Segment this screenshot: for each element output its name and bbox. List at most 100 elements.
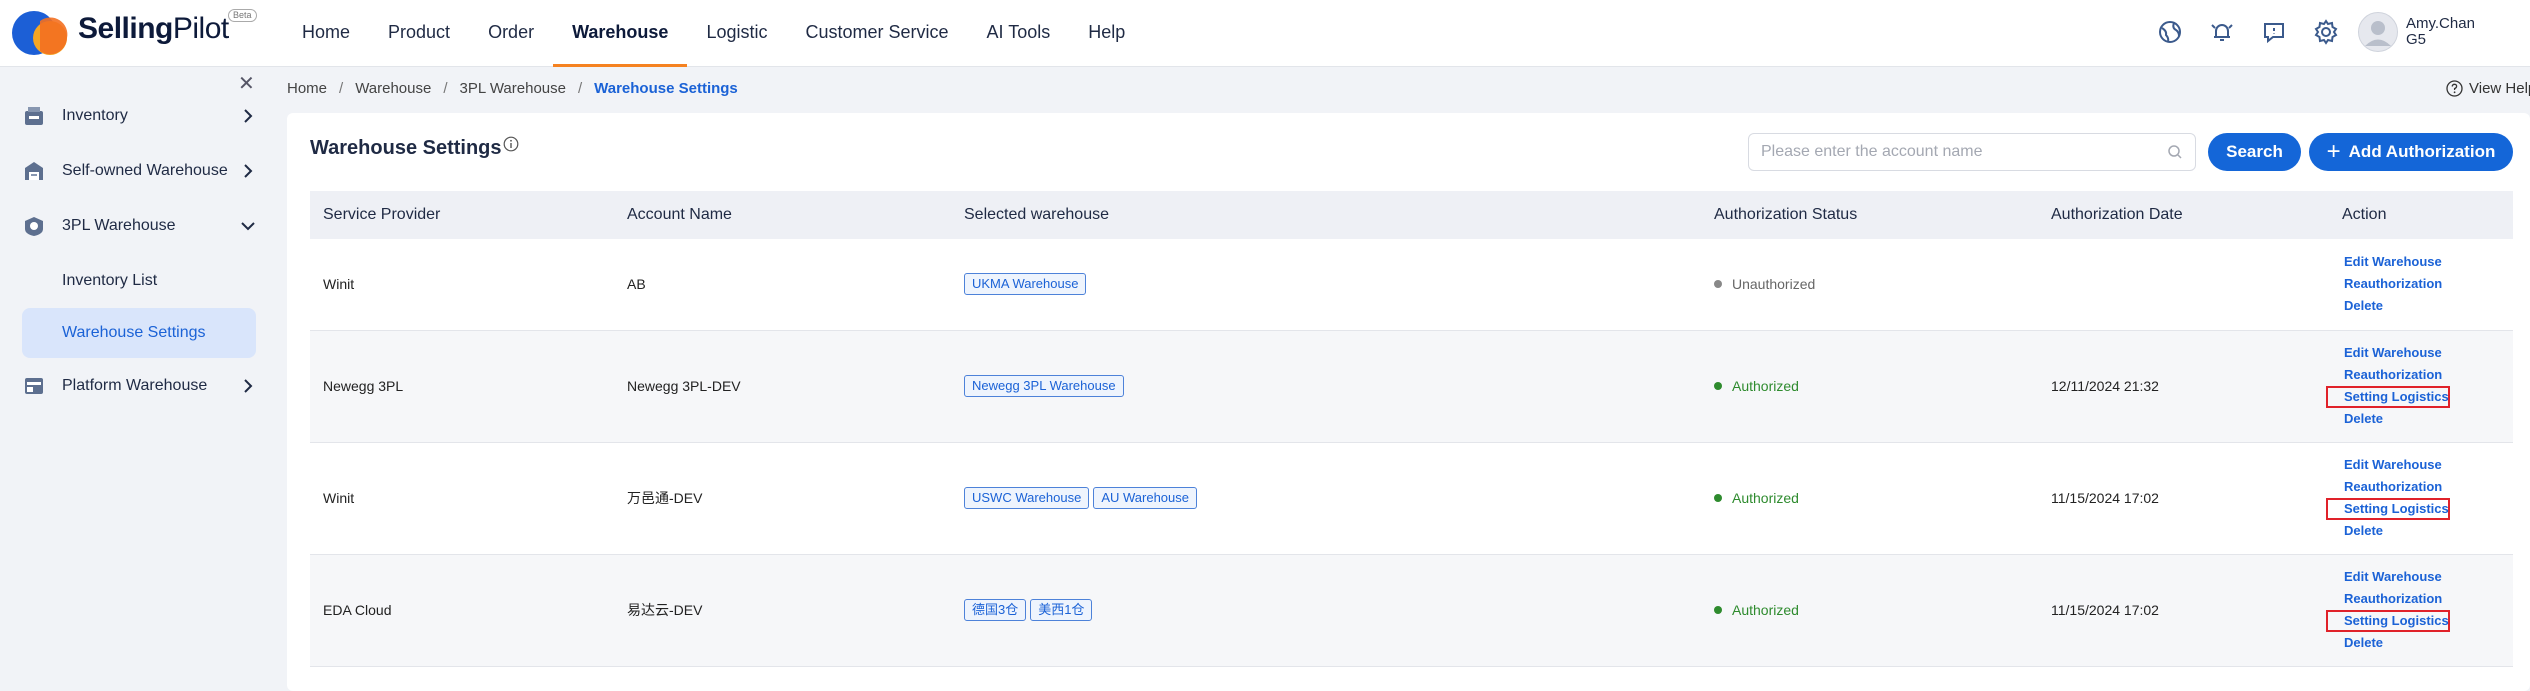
breadcrumb-warehouse[interactable]: Warehouse bbox=[355, 80, 431, 97]
cell-authorization-date: 11/15/2024 17:02 bbox=[2038, 442, 2329, 555]
cell-account-name: Newegg 3PL-DEV bbox=[614, 330, 951, 443]
edit-warehouse-link[interactable]: Edit Warehouse bbox=[2344, 251, 2513, 273]
nav-warehouse[interactable]: Warehouse bbox=[553, 0, 688, 67]
delete-link[interactable]: Delete bbox=[2344, 408, 2513, 430]
add-authorization-label: Add Authorization bbox=[2348, 142, 2496, 161]
nav-order[interactable]: Order bbox=[469, 0, 553, 67]
chevron-right-icon bbox=[239, 162, 257, 180]
sellingpilot-logo[interactable] bbox=[10, 7, 72, 59]
sidebar-item-platform-warehouse[interactable]: Platform Warehouse bbox=[22, 363, 257, 409]
breadcrumb: Home / Warehouse / 3PL Warehouse / Wareh… bbox=[287, 80, 738, 97]
status-badge: Authorized bbox=[1714, 602, 2038, 618]
cell-service-provider: Winit bbox=[310, 442, 614, 555]
beta-badge: Beta bbox=[228, 9, 257, 22]
setting-logistics-link[interactable]: Setting Logistics bbox=[2326, 498, 2450, 520]
cell-actions: Edit Warehouse Reauthorization Delete bbox=[2329, 239, 2513, 331]
info-icon[interactable] bbox=[503, 136, 519, 152]
setting-logistics-link[interactable]: Setting Logistics bbox=[2326, 386, 2450, 408]
cell-actions: Edit Warehouse Reauthorization Setting L… bbox=[2326, 442, 2513, 555]
edit-warehouse-link[interactable]: Edit Warehouse bbox=[2344, 454, 2513, 476]
nav-customer-service[interactable]: Customer Service bbox=[786, 0, 967, 67]
sidebar-item-label: Inventory bbox=[62, 107, 128, 124]
status-dot bbox=[1714, 382, 1722, 390]
nav-help[interactable]: Help bbox=[1069, 0, 1144, 67]
table-header-row: Service Provider Account Name Selected w… bbox=[310, 191, 2513, 239]
add-authorization-button[interactable]: + Add Authorization bbox=[2309, 133, 2513, 171]
brand-name-light: Pilot bbox=[172, 12, 229, 45]
main-nav: Home Product Order Warehouse Logistic Cu… bbox=[283, 0, 1144, 67]
delete-link[interactable]: Delete bbox=[2344, 295, 2513, 317]
cell-authorization-date: 11/15/2024 17:02 bbox=[2038, 554, 2329, 667]
reauthorization-link[interactable]: Reauthorization bbox=[2344, 273, 2513, 295]
setting-logistics-link[interactable]: Setting Logistics bbox=[2326, 610, 2450, 632]
cell-actions: Edit Warehouse Reauthorization Setting L… bbox=[2326, 554, 2513, 667]
reauthorization-link[interactable]: Reauthorization bbox=[2344, 476, 2513, 498]
message-icon[interactable] bbox=[2258, 16, 2290, 48]
page-title: Warehouse Settings bbox=[310, 137, 502, 159]
nav-product[interactable]: Product bbox=[369, 0, 469, 67]
column-header-authorization-date: Authorization Date bbox=[2038, 191, 2329, 239]
platform-icon bbox=[22, 374, 46, 398]
status-dot bbox=[1714, 606, 1722, 614]
table-row: Winit AB UKMA Warehouse Unauthorized Edi… bbox=[310, 239, 2513, 331]
nav-home[interactable]: Home bbox=[283, 0, 369, 67]
search-icon bbox=[2168, 145, 2182, 159]
nav-logistic[interactable]: Logistic bbox=[687, 0, 786, 67]
status-badge: Authorized bbox=[1714, 378, 2038, 394]
search-button[interactable]: Search bbox=[2208, 133, 2301, 171]
cell-account-name: AB bbox=[614, 239, 951, 331]
sidebar-item-warehouse-settings[interactable]: Warehouse Settings bbox=[22, 308, 256, 358]
sidebar-item-3pl-warehouse[interactable]: 3PL Warehouse bbox=[22, 203, 257, 249]
table-row: EDA Cloud 易达云-DEV 德国3仓 美西1仓 Authorized 11… bbox=[310, 554, 2513, 667]
breadcrumb-current: Warehouse Settings bbox=[594, 80, 738, 97]
globe-icon[interactable] bbox=[2154, 16, 2186, 48]
cell-authorization-status: Authorized bbox=[1701, 554, 2038, 667]
column-header-service-provider: Service Provider bbox=[310, 191, 614, 239]
breadcrumb-home[interactable]: Home bbox=[287, 80, 327, 97]
delete-link[interactable]: Delete bbox=[2344, 520, 2513, 542]
warehouse-tag: UKMA Warehouse bbox=[964, 273, 1087, 296]
cell-selected-warehouse: Newegg 3PL Warehouse bbox=[951, 330, 1701, 443]
view-help-label: View Help bbox=[2469, 80, 2530, 97]
cell-authorization-status: Unauthorized bbox=[1701, 239, 2038, 331]
view-help-link[interactable]: View Help bbox=[2446, 80, 2530, 97]
breadcrumb-3pl-warehouse[interactable]: 3PL Warehouse bbox=[460, 80, 566, 97]
warehouse-tag: 美西1仓 bbox=[1030, 599, 1093, 621]
sidebar-item-label: 3PL Warehouse bbox=[62, 217, 176, 234]
reauthorization-link[interactable]: Reauthorization bbox=[2344, 588, 2513, 610]
sidebar: ✕ Inventory Self-owned Warehouse 3PL War… bbox=[0, 67, 267, 691]
status-dot bbox=[1714, 494, 1722, 502]
status-badge: Unauthorized bbox=[1714, 276, 2038, 292]
user-name: Amy.Chan bbox=[2406, 15, 2475, 32]
cell-service-provider: EDA Cloud bbox=[310, 554, 614, 667]
3pl-icon bbox=[22, 214, 46, 238]
cell-authorization-date: 12/11/2024 21:32 bbox=[2038, 330, 2329, 443]
status-text: Authorized bbox=[1732, 490, 1799, 506]
delete-link[interactable]: Delete bbox=[2344, 632, 2513, 654]
cell-selected-warehouse: UKMA Warehouse bbox=[951, 239, 1701, 331]
table-row: Newegg 3PL Newegg 3PL-DEV Newegg 3PL War… bbox=[310, 330, 2513, 443]
edit-warehouse-link[interactable]: Edit Warehouse bbox=[2344, 566, 2513, 588]
warehouse-settings-table: Service Provider Account Name Selected w… bbox=[310, 191, 2513, 667]
account-search-input[interactable] bbox=[1748, 133, 2196, 171]
user-info[interactable]: Amy.Chan G5 bbox=[2406, 16, 2475, 48]
nav-ai-tools[interactable]: AI Tools bbox=[968, 0, 1070, 67]
sidebar-item-inventory[interactable]: Inventory bbox=[22, 93, 257, 139]
edit-warehouse-link[interactable]: Edit Warehouse bbox=[2344, 342, 2513, 364]
breadcrumb-separator: / bbox=[443, 80, 448, 97]
settings-gear-icon[interactable] bbox=[2310, 16, 2342, 48]
notification-bell-icon[interactable] bbox=[2206, 16, 2238, 48]
cell-service-provider: Winit bbox=[310, 239, 614, 331]
column-header-account-name: Account Name bbox=[614, 191, 951, 239]
chevron-down-icon bbox=[239, 217, 257, 235]
reauthorization-link[interactable]: Reauthorization bbox=[2344, 364, 2513, 386]
cell-actions: Edit Warehouse Reauthorization Setting L… bbox=[2326, 330, 2513, 443]
warehouse-tag: Newegg 3PL Warehouse bbox=[964, 375, 1124, 397]
brand-name-bold: Selling bbox=[78, 12, 173, 45]
sidebar-item-self-owned-warehouse[interactable]: Self-owned Warehouse bbox=[22, 148, 257, 194]
warehouse-tag: AU Warehouse bbox=[1093, 487, 1197, 509]
brand-name: SellingPilot bbox=[78, 12, 229, 46]
sidebar-item-inventory-list[interactable]: Inventory List bbox=[22, 256, 256, 306]
chevron-right-icon bbox=[239, 107, 257, 125]
user-avatar[interactable] bbox=[2358, 12, 2398, 52]
